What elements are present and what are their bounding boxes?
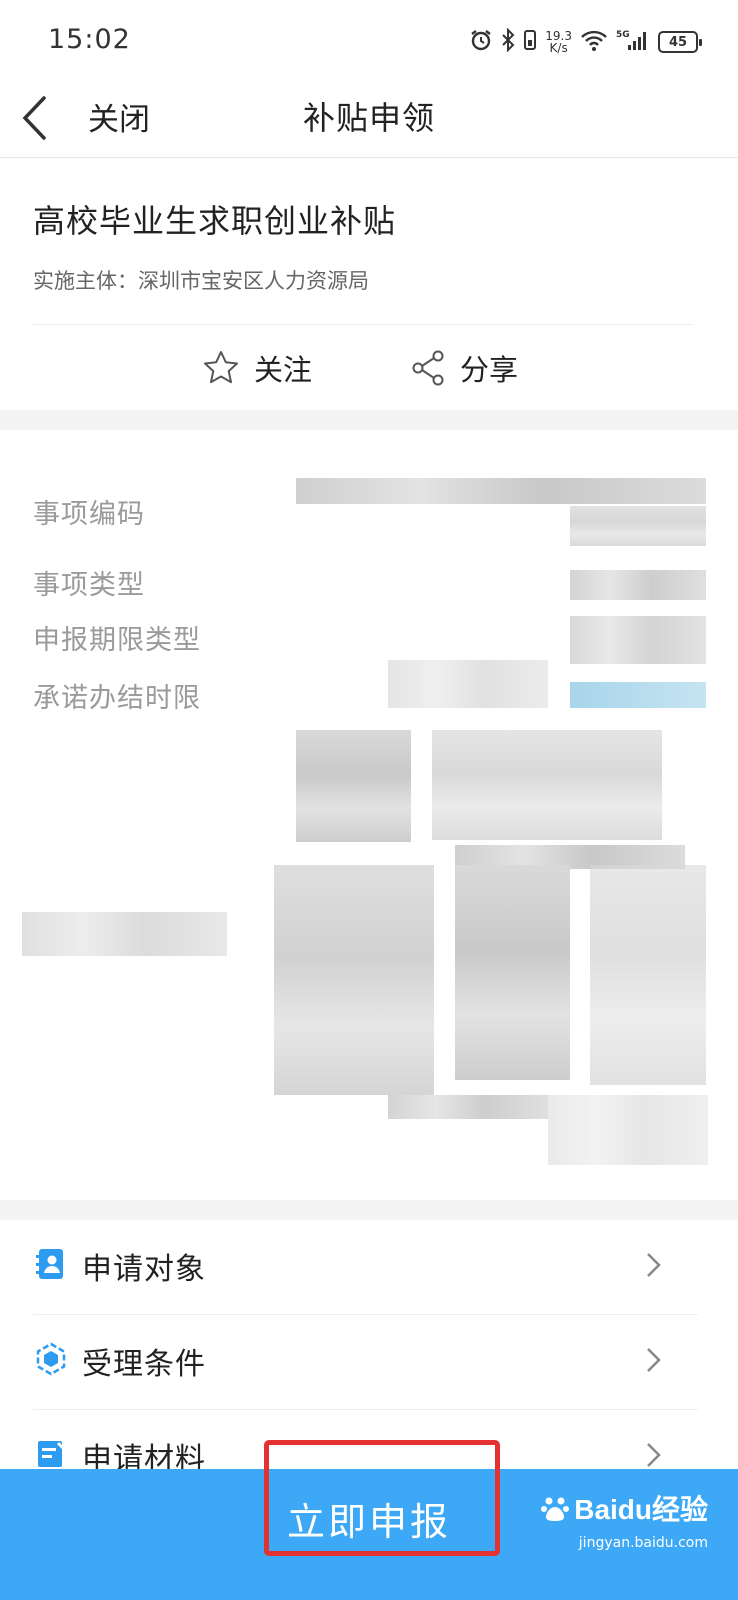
list-item-label: 申请对象	[82, 1252, 206, 1287]
hexagon-cube-icon	[36, 1342, 66, 1376]
chevron-right-icon	[647, 1253, 661, 1277]
page-title: 补贴申领	[302, 99, 435, 137]
follow-button[interactable]: 关注	[202, 346, 312, 390]
redacted-block	[296, 730, 411, 842]
network-speed-unit: K/s	[549, 41, 568, 55]
network-speed: 19.3 K/s	[545, 30, 572, 54]
network-type-label: 5G	[616, 30, 630, 40]
label-item-code: 事项编码	[33, 499, 145, 530]
redacted-block	[388, 1095, 548, 1119]
list-item-applicants[interactable]: 申请对象	[0, 1220, 738, 1315]
redacted-block	[455, 865, 570, 1080]
alarm-icon	[469, 28, 493, 56]
wifi-icon	[580, 28, 608, 56]
highlight-annotation-box	[264, 1440, 500, 1556]
redacted-block	[274, 865, 434, 1095]
battery-indicator: 45	[658, 31, 702, 53]
redacted-label	[22, 912, 227, 956]
section-gap	[0, 410, 738, 430]
document-edit-icon	[38, 1441, 66, 1467]
divider	[33, 324, 693, 325]
redacted-value	[570, 506, 706, 546]
follow-label: 关注	[254, 353, 313, 387]
redacted-block	[590, 865, 706, 1085]
chevron-right-icon	[647, 1348, 661, 1372]
item-info-section: 事项编码 事项类型 申报期限类型 承诺办结时限	[0, 430, 738, 1200]
redacted-value	[296, 478, 706, 504]
app-screen: 15:02 19.3 K/s 5G 45 关闭 补贴申领 高校毕业生求职创业补贴…	[0, 0, 738, 1600]
subsidy-title: 高校毕业生求职创业补贴	[33, 202, 397, 240]
implementing-agency: 实施主体：深圳市宝安区人力资源局	[33, 269, 369, 293]
star-icon	[204, 351, 238, 384]
status-icons: 19.3 K/s 5G 45	[469, 24, 702, 60]
label-item-type: 事项类型	[33, 570, 145, 601]
share-button[interactable]: 分享	[410, 346, 518, 390]
baidu-watermark: Baidu经验	[540, 1488, 708, 1528]
redacted-value	[570, 570, 706, 600]
list-item-conditions[interactable]: 受理条件	[0, 1315, 738, 1410]
bluetooth-icon	[501, 27, 515, 56]
signal-5g-icon: 5G	[616, 28, 650, 56]
redacted-block	[432, 730, 662, 840]
chevron-right-icon	[647, 1443, 661, 1467]
contact-book-icon	[36, 1249, 63, 1279]
label-deadline-type: 申报期限类型	[33, 625, 201, 656]
redacted-block	[548, 1095, 708, 1165]
subsidy-header: 高校毕业生求职创业补贴 实施主体：深圳市宝安区人力资源局 关注 分享	[0, 158, 738, 410]
battery-level: 45	[668, 34, 688, 50]
status-time: 15:02	[48, 24, 131, 55]
watermark-url: jingyan.baidu.com	[578, 1535, 708, 1551]
watermark-brand: Baidu经验	[574, 1494, 708, 1525]
vibrate-phone-icon	[523, 28, 537, 56]
redacted-value	[388, 660, 548, 708]
status-bar: 15:02 19.3 K/s 5G 45	[0, 0, 738, 84]
paw-icon	[541, 1497, 570, 1521]
section-gap	[0, 1200, 738, 1220]
label-promised-time: 承诺办结时限	[33, 683, 201, 714]
redacted-link	[570, 682, 706, 708]
redacted-value	[570, 616, 706, 664]
nav-bar: 关闭 补贴申领	[0, 84, 738, 158]
share-icon	[412, 350, 444, 386]
share-label: 分享	[460, 353, 519, 387]
list-item-label: 受理条件	[82, 1347, 206, 1382]
